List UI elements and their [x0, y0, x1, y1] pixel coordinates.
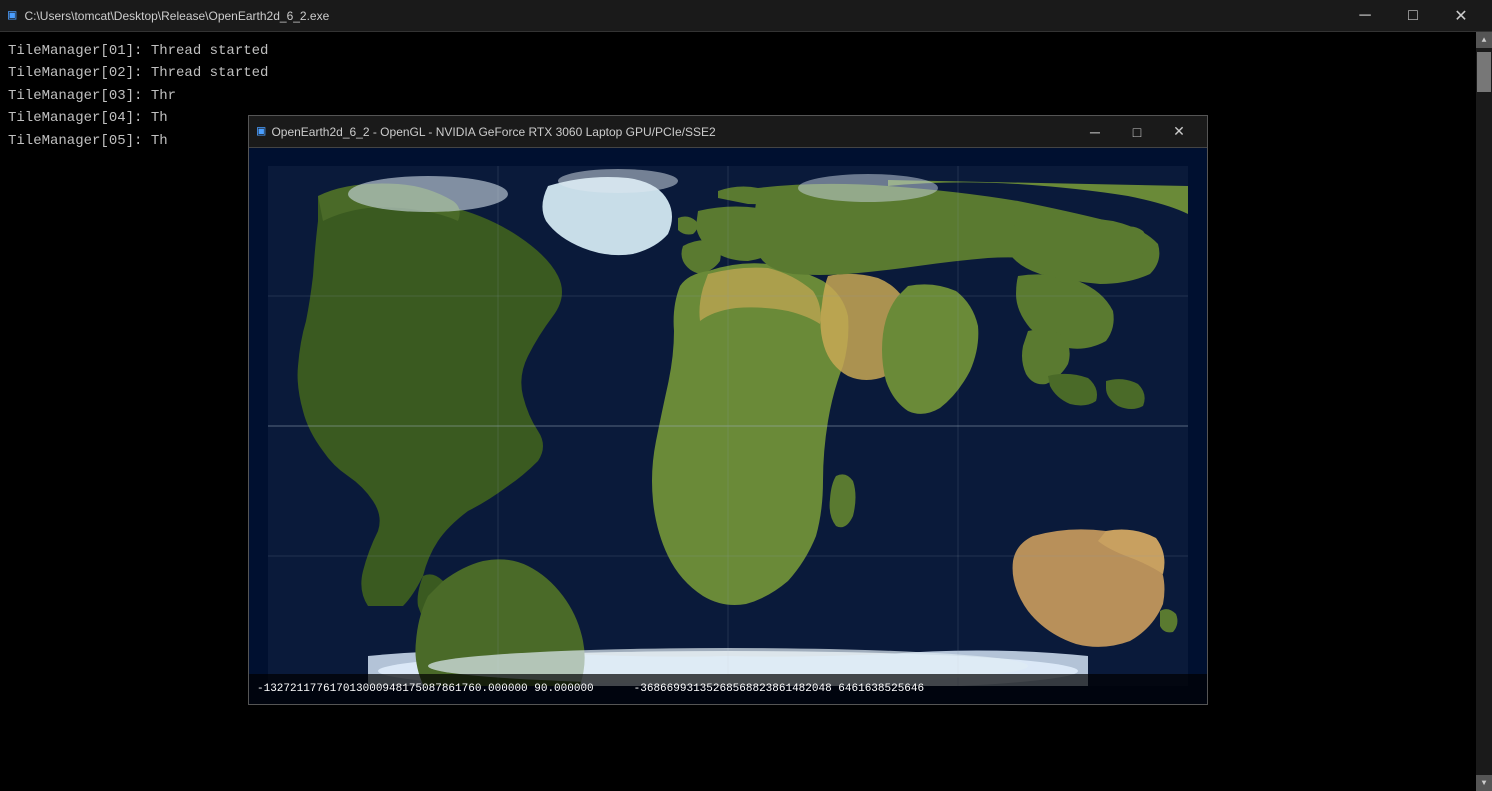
- console-titlebar: ▣ C:\Users\tomcat\Desktop\Release\OpenEa…: [0, 0, 1492, 32]
- console-line-3: TileManager[03]: Thread started: [8, 85, 1484, 107]
- console-title: C:\Users\tomcat\Desktop\Release\OpenEart…: [24, 9, 1334, 23]
- gl-titlebar: ▣ OpenEarth2d_6_2 - OpenGL - NVIDIA GeFo…: [249, 116, 1207, 148]
- console-line-1: TileManager[01]: Thread started: [8, 40, 1484, 62]
- earth-svg: [268, 166, 1188, 686]
- gl-close-button[interactable]: ✕: [1159, 118, 1199, 146]
- console-titlebar-controls: ─ □ ✕: [1342, 1, 1484, 31]
- earth-map-container: [249, 148, 1207, 704]
- console-line-2: TileManager[02]: Thread started: [8, 62, 1484, 84]
- scroll-up-button[interactable]: ▲: [1476, 32, 1492, 48]
- gl-maximize-button[interactable]: □: [1117, 118, 1157, 146]
- scroll-down-button[interactable]: ▼: [1476, 775, 1492, 791]
- scroll-thumb[interactable]: [1477, 52, 1491, 92]
- console-icon: ▣: [8, 7, 16, 24]
- gl-body[interactable]: -132721177617013000948175087861760.00000…: [249, 148, 1207, 704]
- coord-right: -36866993135268568823861482048 646163852…: [634, 683, 924, 695]
- gl-controls: ─ □ ✕: [1075, 118, 1199, 146]
- gl-window: ▣ OpenEarth2d_6_2 - OpenGL - NVIDIA GeFo…: [248, 115, 1208, 705]
- coord-left: -132721177617013000948175087861760.00000…: [257, 683, 594, 695]
- gl-title: OpenEarth2d_6_2 - OpenGL - NVIDIA GeForc…: [271, 125, 1069, 139]
- gl-icon: ▣: [257, 123, 265, 140]
- console-maximize-button[interactable]: □: [1390, 1, 1436, 31]
- console-minimize-button[interactable]: ─: [1342, 1, 1388, 31]
- coord-bar: -132721177617013000948175087861760.00000…: [249, 674, 1207, 704]
- console-close-button[interactable]: ✕: [1438, 1, 1484, 31]
- gl-minimize-button[interactable]: ─: [1075, 118, 1115, 146]
- scroll-track: [1476, 48, 1492, 775]
- console-scrollbar[interactable]: ▲ ▼: [1476, 32, 1492, 791]
